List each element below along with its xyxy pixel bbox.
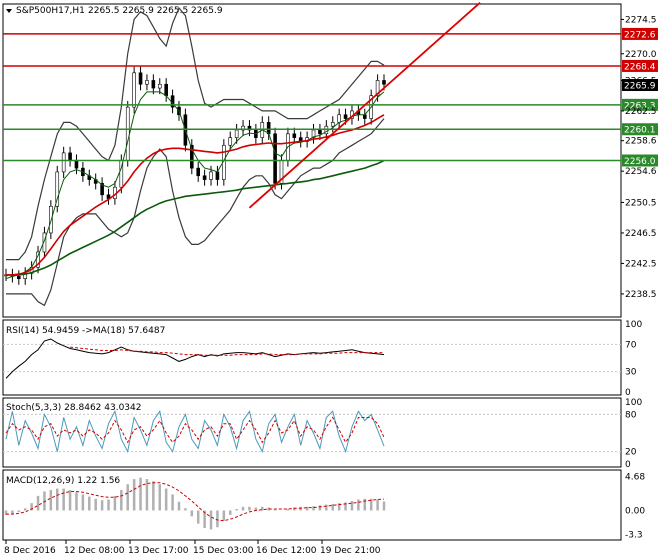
price-candle (215, 171, 220, 180)
symbol-label: S&P500H17,H1 (16, 6, 85, 16)
current-price-label: 2265.9 (624, 82, 656, 92)
price-candle (382, 80, 386, 85)
price-candle (61, 152, 66, 173)
price-candle (330, 122, 335, 127)
level-tag-label: 2272.6 (624, 30, 656, 40)
price-candle (138, 72, 143, 85)
price-candle (343, 114, 348, 119)
price-candle (234, 129, 239, 138)
price-candle (157, 83, 162, 89)
price-candle (68, 152, 72, 161)
level-tag-label: 2260.1 (624, 126, 656, 136)
price-candle (202, 175, 207, 180)
stoch-tick-label: 80 (625, 410, 637, 420)
price-tick-label: 2254.6 (625, 167, 657, 177)
price-tick-label: 2246.5 (625, 229, 657, 239)
stoch-tick-label: 0 (625, 460, 631, 470)
price-candle (273, 133, 277, 184)
price-candle (196, 167, 201, 177)
price-candle (145, 80, 149, 85)
x-tick-label: 12 Dec 08:00 (64, 546, 125, 556)
price-candle (337, 114, 341, 123)
price-tick-label: 2274.5 (625, 15, 657, 25)
ohlc-label: 2265.5 2265.9 2265.5 2265.9 (88, 6, 223, 16)
price-candle (292, 133, 297, 138)
rsi-tick-label: 100 (625, 320, 642, 330)
x-tick-label: 8 Dec 2016 (4, 546, 56, 556)
x-tick-label: 16 Dec 12:00 (256, 546, 317, 556)
stoch-tick-label: 20 (625, 448, 637, 458)
price-candle (132, 72, 136, 108)
chart-root: S&P500H17,H1 2265.5 2265.9 2265.5 2265.9… (0, 0, 660, 560)
price-candle (17, 276, 21, 279)
rsi-tick-label: 0 (625, 388, 631, 398)
price-tick-label: 2238.5 (625, 290, 657, 300)
level-tag-label: 2256.0 (624, 157, 656, 167)
x-tick-label: 15 Dec 03:00 (193, 546, 254, 556)
macd-title: MACD(12,26,9) 1.22 1.56 (6, 476, 120, 486)
price-tick-label: 2250.5 (625, 198, 657, 208)
macd-tick-label: 0.00 (625, 506, 645, 516)
stoch-tick-label: 100 (625, 398, 642, 408)
price-candle (228, 137, 233, 146)
price-candle (318, 129, 322, 135)
price-tick-label: 2242.5 (625, 259, 657, 269)
rsi-tick-label: 30 (625, 368, 637, 378)
price-candle (125, 106, 130, 161)
rsi-title: RSI(14) 54.9459 ->MA(18) 57.6487 (6, 326, 165, 336)
price-candle (164, 83, 168, 96)
price-tick-label: 2258.6 (625, 137, 657, 147)
x-tick-label: 13 Dec 17:00 (128, 546, 189, 556)
macd-tick-label: -3.3 (625, 531, 643, 541)
price-candle (362, 114, 367, 119)
price-candle (151, 80, 156, 89)
x-tick-label: 19 Dec 21:00 (320, 546, 381, 556)
rsi-tick-label: 70 (625, 340, 637, 350)
stoch-title: Stoch(5,3,3) 28.8462 43.0342 (6, 403, 141, 413)
price-candle (74, 160, 79, 169)
macd-tick-label: 4.68 (625, 472, 645, 482)
price-candle (209, 171, 213, 180)
level-tag-label: 2268.4 (624, 62, 656, 72)
price-tick-label: 2270.0 (625, 50, 657, 60)
price-tick-label: 2262.5 (625, 107, 657, 117)
